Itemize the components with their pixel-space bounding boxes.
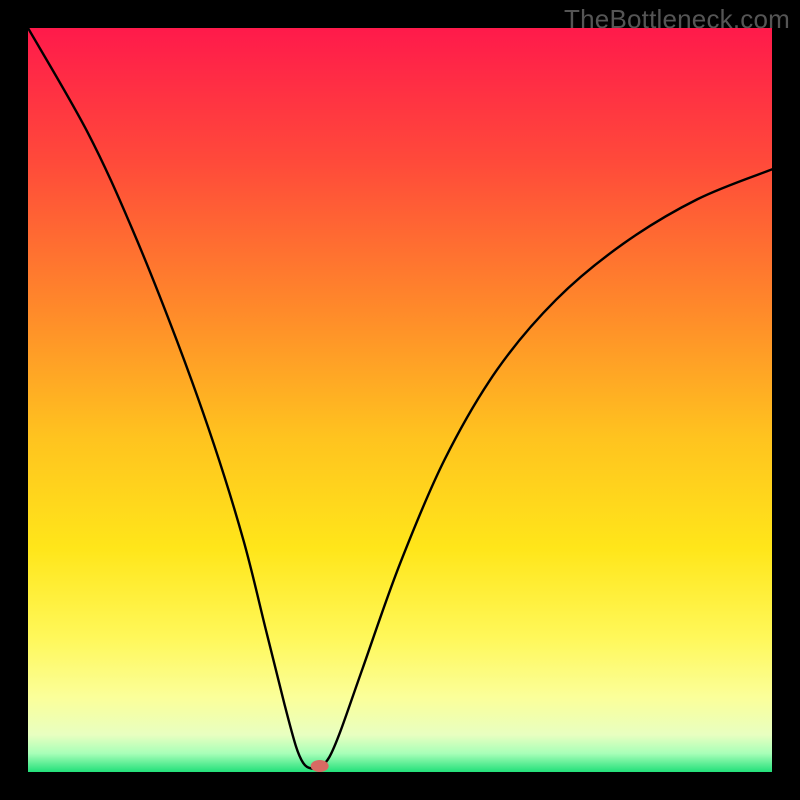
- gradient-background: [28, 28, 772, 772]
- watermark-text: TheBottleneck.com: [564, 4, 790, 35]
- outer-frame: TheBottleneck.com: [0, 0, 800, 800]
- plot-area: [28, 28, 772, 772]
- chart-svg: [28, 28, 772, 772]
- optimum-marker: [311, 760, 329, 772]
